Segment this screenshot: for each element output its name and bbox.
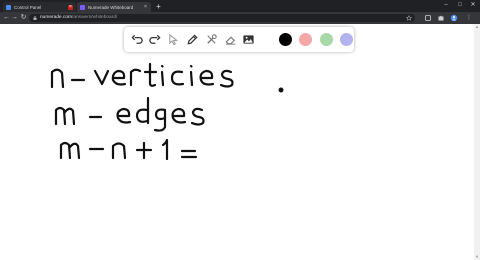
handwriting-line-3	[59, 138, 198, 161]
handwriting-layer	[50, 62, 284, 161]
handwriting-line-1	[50, 62, 234, 89]
handwriting-line-2	[54, 96, 205, 132]
